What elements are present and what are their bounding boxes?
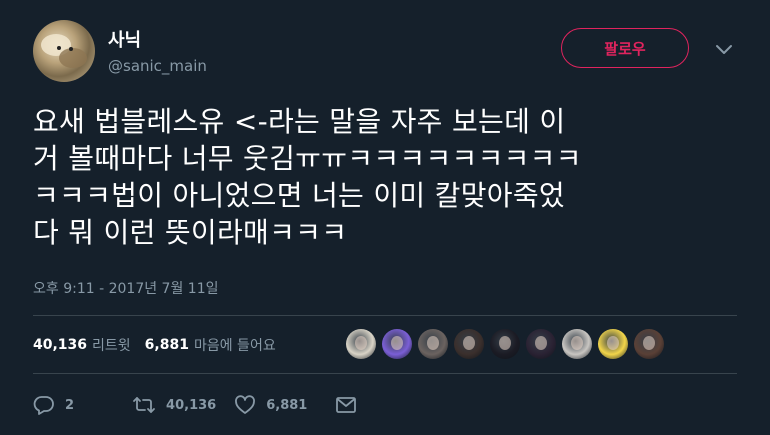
reply-icon bbox=[33, 395, 55, 415]
avatar-character[interactable] bbox=[562, 329, 592, 359]
likes-count[interactable]: 6,881 bbox=[145, 337, 189, 353]
retweets-label[interactable]: 리트윗 bbox=[92, 335, 131, 355]
divider bbox=[33, 373, 737, 374]
avatar-person[interactable] bbox=[454, 329, 484, 359]
chevron-down-icon[interactable] bbox=[713, 38, 735, 60]
likes-label[interactable]: 마음에 들어요 bbox=[194, 335, 276, 355]
follow-button[interactable]: 팔로우 bbox=[561, 28, 689, 68]
avatar-purple-orb[interactable] bbox=[382, 329, 412, 359]
avatar-person[interactable] bbox=[490, 329, 520, 359]
avatar-dog[interactable] bbox=[346, 329, 376, 359]
avatar-person[interactable] bbox=[526, 329, 556, 359]
avatar-pikachu[interactable] bbox=[598, 329, 628, 359]
liker-avatars bbox=[346, 329, 670, 359]
user-avatar[interactable] bbox=[33, 20, 95, 82]
retweet-button[interactable]: 40,136 bbox=[132, 395, 216, 415]
envelope-icon bbox=[335, 396, 357, 414]
user-names: 사닉 @sanic_main bbox=[108, 26, 207, 75]
tweet-actions: 2 40,136 6,881 bbox=[33, 393, 357, 417]
retweets-count[interactable]: 40,136 bbox=[33, 337, 87, 353]
avatar-person[interactable] bbox=[634, 329, 664, 359]
tweet-text: 요새 법블레스유 <-라는 말을 자주 보는데 이 거 볼때마다 너무 웃김ㅠㅠ… bbox=[33, 105, 582, 249]
reply-button[interactable]: 2 bbox=[33, 395, 74, 415]
tweet-timestamp[interactable]: 오후 9:11 - 2017년 7월 11일 bbox=[33, 278, 219, 298]
like-button[interactable]: 6,881 bbox=[234, 395, 307, 415]
heart-icon bbox=[234, 395, 256, 415]
divider bbox=[33, 315, 737, 316]
retweet-icon bbox=[132, 395, 156, 415]
display-name[interactable]: 사닉 bbox=[108, 26, 207, 52]
like-count: 6,881 bbox=[266, 397, 308, 413]
reply-count: 2 bbox=[65, 397, 75, 413]
message-button[interactable] bbox=[335, 396, 357, 414]
user-handle[interactable]: @sanic_main bbox=[108, 57, 207, 75]
tweet-stats: 40,136 리트윗 6,881 마음에 들어요 bbox=[33, 330, 290, 360]
tweet-header: 사닉 @sanic_main 팔로우 bbox=[33, 20, 738, 84]
retweet-count: 40,136 bbox=[166, 397, 217, 413]
avatar-person[interactable] bbox=[418, 329, 448, 359]
